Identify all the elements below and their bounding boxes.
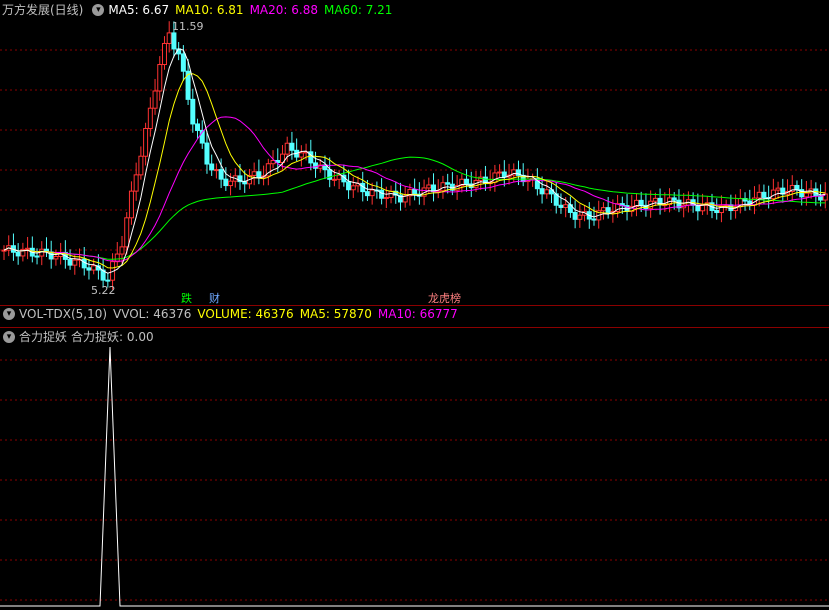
candle-body [794, 184, 800, 191]
candle-body [218, 169, 224, 180]
candle-body [190, 98, 196, 125]
indicator-value-label: 合力捉妖: 0.00 [71, 330, 154, 344]
candle-body [671, 197, 677, 201]
candle-body [775, 187, 781, 191]
vvol-label: VVOL: 46376 [113, 307, 192, 321]
candle-body [209, 163, 215, 171]
candle-body [728, 204, 734, 212]
tag-die[interactable]: 跌 [180, 292, 193, 306]
candle-body [1, 249, 7, 252]
candle-body [25, 247, 31, 250]
candle-body [53, 256, 59, 260]
indicator-line [0, 346, 829, 607]
candle-body [501, 171, 507, 178]
candle-body [336, 174, 342, 180]
candle-body [15, 251, 21, 257]
candle-body [379, 189, 385, 199]
candle-body [445, 182, 451, 185]
candle-body [298, 152, 304, 158]
candle-body [138, 155, 144, 176]
candle-body [119, 246, 125, 255]
candle-body [350, 185, 356, 191]
candle-body [638, 199, 644, 206]
candle-body [128, 190, 134, 219]
candle-body [86, 267, 92, 271]
candle-body [256, 171, 262, 178]
candle-body [388, 190, 394, 199]
vol-panel-header: ▾ VOL-TDX(5,10) VVOL: 46376 VOLUME: 4637… [0, 306, 464, 322]
candle-body [591, 218, 597, 221]
candle-body [426, 184, 432, 189]
candle-body [492, 172, 498, 183]
candle-body [652, 197, 658, 202]
candle-body [558, 204, 564, 208]
candle-body [166, 32, 172, 44]
indicator-panel-header: ▾ 合力捉妖 合力捉妖: 0.00 [0, 329, 160, 345]
tag-longhubang[interactable]: 龙虎榜 [427, 292, 462, 306]
candle-body [600, 207, 606, 212]
indicator-panel-menu-icon[interactable]: ▾ [3, 331, 15, 343]
candle-body [213, 169, 219, 172]
candle-body [124, 217, 130, 248]
tag-cai[interactable]: 财 [208, 292, 221, 306]
candle-body [67, 258, 73, 266]
candle-body [143, 128, 149, 157]
candle-body [346, 181, 352, 191]
vol-panel-menu-icon[interactable]: ▾ [3, 308, 15, 320]
candle-body [133, 174, 139, 192]
indicator-panel-title: 合力捉妖 [19, 330, 68, 344]
candle-body [572, 211, 578, 220]
candle-body [72, 259, 78, 266]
candle-body [563, 204, 569, 208]
candle-body [289, 142, 295, 151]
candle-body [440, 182, 446, 192]
candle-body [223, 178, 229, 187]
candle-body [369, 189, 375, 197]
candle-body [327, 169, 333, 180]
candle-body [756, 191, 762, 199]
indicator-panel-separator [0, 327, 829, 328]
high-price-label: 11.59 [172, 20, 204, 33]
low-price-label: 5.22 [91, 284, 116, 297]
candle-body [714, 209, 720, 214]
candle-body [331, 178, 337, 181]
candle-body [171, 32, 177, 50]
candle-body [204, 142, 210, 165]
candle-body [464, 178, 470, 185]
candle-body [539, 188, 545, 195]
candle-body [105, 279, 111, 282]
candle-body [803, 192, 809, 198]
vol-ma10-label: MA10: 66777 [377, 307, 458, 321]
candle-body [34, 255, 40, 258]
candle-body [114, 253, 120, 263]
candle-body [284, 142, 290, 155]
candle-body [412, 189, 418, 195]
candle-body [251, 171, 257, 176]
candle-body [228, 180, 234, 187]
candle-body [577, 214, 583, 220]
candle-body [91, 265, 97, 271]
candle-body [157, 64, 163, 92]
vol-ma5-label: MA5: 57870 [299, 307, 372, 321]
vol-panel-title: VOL-TDX(5,10) [19, 307, 108, 321]
candle-body [605, 207, 611, 214]
candle-body [383, 197, 389, 200]
candle-body [313, 162, 319, 169]
candle-body [544, 189, 550, 195]
volume-label: VOLUME: 46376 [197, 307, 294, 321]
candle-body [161, 42, 167, 66]
candle-body [195, 123, 201, 131]
candle-body [152, 90, 158, 109]
candle-body [761, 191, 767, 199]
candle-body [364, 191, 370, 197]
candle-body [497, 171, 503, 174]
candle-body [700, 204, 706, 212]
candle-body [180, 53, 186, 72]
candle-body [147, 107, 153, 130]
